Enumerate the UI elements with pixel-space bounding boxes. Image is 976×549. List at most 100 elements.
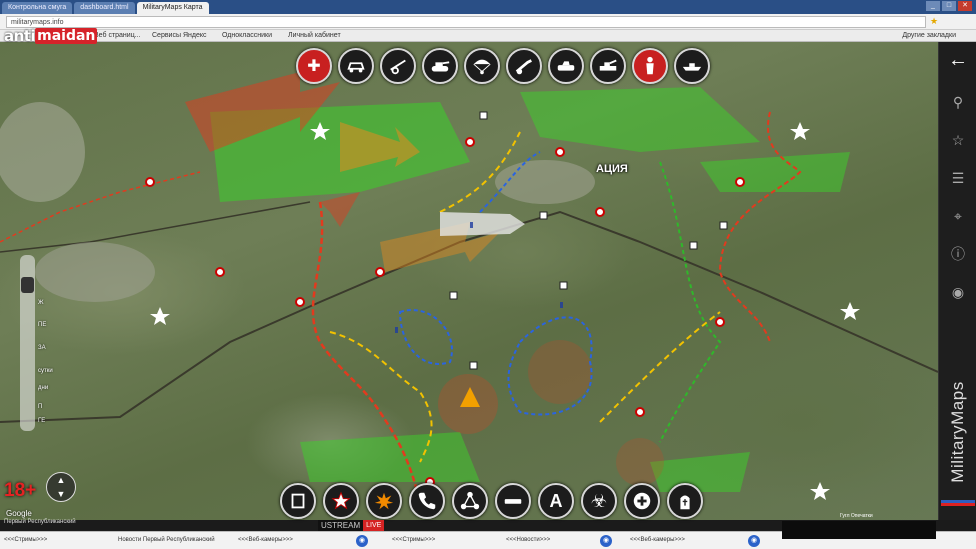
tank-button[interactable] [422,48,458,84]
white-arrow [440,212,525,236]
first-aid-icon: ✚ [307,58,321,75]
star-icon [331,491,351,510]
howitzer-button[interactable] [506,48,542,84]
tab-1[interactable]: Контрольна смуга [2,2,73,14]
blue-route [398,309,453,365]
town-area [0,102,85,202]
pan-down-icon[interactable]: ▼ [57,489,66,499]
howitzer-icon [515,59,532,75]
car-button[interactable] [338,48,374,84]
layers-icon[interactable]: ☰ [948,168,968,188]
artillery-icon [390,59,406,75]
zoom-slider[interactable] [20,255,35,431]
front-line-green [659,161,722,443]
biohazard-button[interactable]: ☣ [581,483,617,519]
zoom-label: сутки [38,368,53,374]
zoom-label: П [38,404,43,410]
channel-icon: ◉ [748,535,760,547]
logo-text-anti: anti [4,26,36,45]
pan-control[interactable]: ▲ ▼ [46,472,76,502]
green-zone [520,87,760,152]
bookmark-4[interactable]: Личный кабинет [288,31,341,41]
maximize-icon[interactable]: □ [942,1,956,11]
minimize-icon[interactable]: _ [926,1,940,11]
flag-icon[interactable]: ◉ [948,282,968,302]
apc-button[interactable] [590,48,626,84]
town-area [35,242,155,302]
ticker-item[interactable]: <<<Стримы>>> [4,537,47,543]
map-canvas[interactable]: АЦИЯ [0,42,938,520]
green-zone [700,152,850,192]
green-zone [300,432,480,482]
live-badge: LIVE [363,520,385,531]
navigation-icon[interactable]: ⌖ [948,206,968,226]
zoom-knob[interactable] [21,277,34,293]
channel-icon: ◉ [356,535,368,547]
other-bookmarks[interactable]: Другие закладки [902,31,956,41]
paratrooper-button[interactable] [464,48,500,84]
phone-button[interactable] [409,483,445,519]
plus-icon [633,492,651,510]
ticker-item[interactable]: <<<Стримы>>> [392,537,435,543]
close-icon[interactable]: ✕ [958,1,972,11]
square-icon [291,493,305,509]
bottom-layer-toolbar: A ☣ [280,483,703,519]
explosion-icon [374,492,394,510]
back-arrow-icon[interactable]: ← [948,49,968,71]
square-button[interactable] [280,483,316,519]
letter-a-button[interactable]: A [538,483,574,519]
city-label: АЦИЯ [596,163,628,175]
cemetery-icon [680,495,690,510]
bookmark-2[interactable]: Сервисы Яндекс [152,31,207,41]
logo-text-maidan: maidan [35,27,98,44]
bookmark-star-icon[interactable]: ★ [930,16,938,27]
network-button[interactable] [452,483,488,519]
soldier-button[interactable] [632,48,668,84]
artillery-button[interactable] [380,48,416,84]
video-overlay-bar [782,521,936,539]
ticker-item[interactable]: <<<Новости>>> [506,537,550,543]
letter-a-icon: A [549,490,563,511]
tab-3[interactable]: MilitaryMaps Карта [136,2,209,14]
minus-icon [504,499,522,504]
bookmark-3[interactable]: Одноклассники [222,31,272,41]
plus-button[interactable] [624,483,660,519]
tank-icon [431,61,450,72]
antimaidan-logo[interactable]: anti maidan [4,26,98,45]
explosion-button[interactable] [366,483,402,519]
strike-zone [528,340,592,404]
flag-stripe [941,500,975,506]
cemetery-button[interactable] [667,483,703,519]
tab-2[interactable]: dashboard.html [74,2,135,14]
google-logo: Google [6,509,32,518]
info-icon[interactable]: ⓘ [948,244,968,264]
network-icon [460,491,480,510]
map-attribution[interactable]: Гугл Опечатки [840,513,873,519]
channel-status: Первый Республиканский [4,519,76,525]
map-unit-label [395,327,399,333]
yellow-route [599,311,721,423]
bookmark-1[interactable]: Веб страниц... [94,31,141,41]
location-pin-icon[interactable]: ⚲ [948,92,968,112]
zoom-label: дни [38,385,49,391]
ticker-item[interactable]: Новости Первый Республиканский [118,537,215,543]
star-button[interactable] [323,483,359,519]
window-controls: _ □ ✕ [926,1,972,11]
minus-button[interactable] [495,483,531,519]
town-area [495,160,595,204]
strike-zone [616,438,664,486]
zoom-label: ПЕ [38,322,47,328]
zoom-label: ЗА [38,345,46,351]
armored-vehicle-button[interactable] [548,48,584,84]
pan-up-icon[interactable]: ▲ [57,475,66,485]
top-layer-toolbar: ✚ [296,48,710,84]
zoom-label: ГЕ [38,418,46,424]
ticker-item[interactable]: <<<Веб-камеры>>> [238,537,293,543]
car-icon [347,62,365,73]
url-field[interactable]: militarymaps.info [6,15,926,28]
boat-button[interactable] [674,48,710,84]
ticker-item[interactable]: <<<Веб-камеры>>> [630,537,685,543]
tab-strip: Контрольна смуга dashboard.html Military… [0,0,976,14]
star-icon[interactable]: ☆ [948,130,968,150]
first-aid-button[interactable]: ✚ [296,48,332,84]
